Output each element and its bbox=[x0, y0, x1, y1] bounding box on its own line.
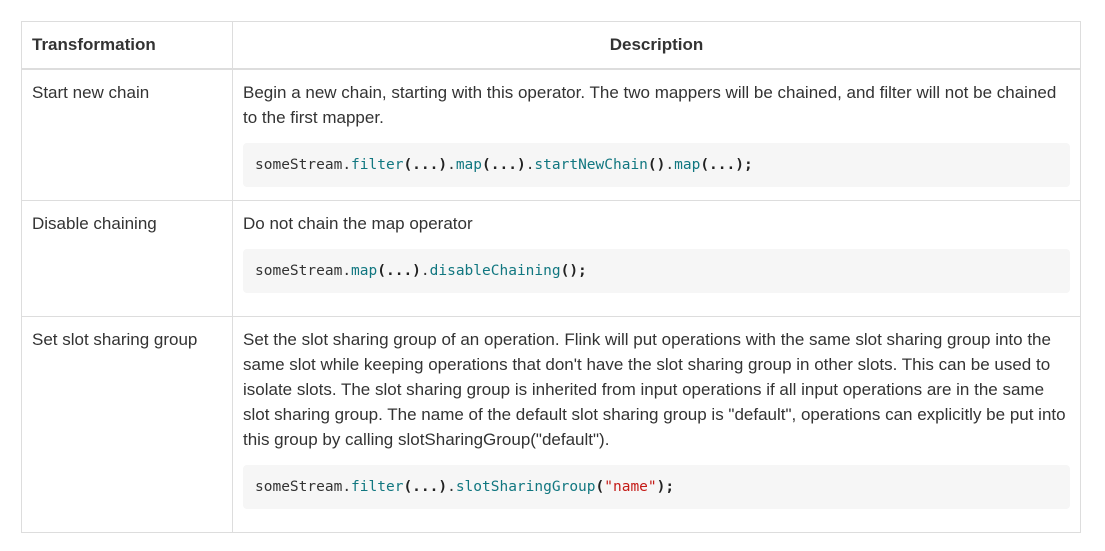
code-token: filter bbox=[351, 157, 404, 173]
header-transformation: Transformation bbox=[21, 21, 233, 70]
transformation-name: Set slot sharing group bbox=[21, 315, 233, 533]
code-token: map bbox=[455, 157, 483, 173]
description-cell: Begin a new chain, starting with this op… bbox=[232, 68, 1081, 201]
transformation-name: Start new chain bbox=[21, 68, 233, 201]
header-description: Description bbox=[232, 21, 1081, 70]
description-text: Begin a new chain, starting with this op… bbox=[243, 83, 1057, 127]
code-snippet: someStream.filter(...).slotSharingGroup(… bbox=[243, 464, 1070, 509]
code-token: . bbox=[342, 157, 352, 173]
code-token: map bbox=[351, 262, 378, 279]
code-token: (...) bbox=[403, 478, 448, 495]
code-token: startNewChain bbox=[534, 157, 648, 173]
description-text: Set the slot sharing group of an operati… bbox=[243, 329, 1066, 449]
table-row: Disable chaining Do not chain the map op… bbox=[21, 199, 1081, 317]
description-cell: Set the slot sharing group of an operati… bbox=[232, 315, 1081, 533]
code-token: "name" bbox=[604, 478, 657, 495]
code-token: slotSharingGroup bbox=[455, 478, 596, 495]
code-token: . bbox=[447, 157, 456, 173]
code-token: . bbox=[665, 157, 675, 173]
code-token: (...) bbox=[403, 157, 448, 173]
table-header-row: Transformation Description bbox=[21, 21, 1081, 70]
code-token: (...) bbox=[482, 157, 526, 173]
operations-table: Transformation Description Start new cha… bbox=[21, 21, 1081, 533]
description-cell: Do not chain the map operator someStream… bbox=[232, 199, 1081, 317]
code-token: disableChaining bbox=[429, 262, 561, 279]
code-token: someStream bbox=[255, 157, 343, 173]
code-token: someStream bbox=[255, 478, 343, 495]
code-snippet: someStream.map(...).disableChaining(); bbox=[243, 248, 1070, 293]
code-token: map bbox=[674, 157, 701, 173]
code-token: . bbox=[447, 478, 456, 495]
code-token: ( bbox=[595, 478, 605, 495]
code-token: (); bbox=[560, 262, 587, 279]
table-row: Start new chain Begin a new chain, start… bbox=[21, 68, 1081, 201]
code-token: filter bbox=[351, 478, 404, 495]
transformation-name: Disable chaining bbox=[21, 199, 233, 317]
code-token: . bbox=[420, 262, 430, 279]
code-snippet: someStream.filter(...).map(...).startNew… bbox=[243, 143, 1070, 187]
description-text: Do not chain the map operator bbox=[243, 213, 473, 233]
code-token: ); bbox=[656, 478, 675, 495]
code-token: (...); bbox=[700, 157, 753, 173]
table-row: Set slot sharing group Set the slot shar… bbox=[21, 315, 1081, 533]
code-token: someStream bbox=[255, 262, 343, 279]
code-token: () bbox=[647, 157, 666, 173]
code-token: (...) bbox=[377, 262, 421, 279]
code-token: . bbox=[342, 262, 352, 279]
code-token: . bbox=[342, 478, 352, 495]
